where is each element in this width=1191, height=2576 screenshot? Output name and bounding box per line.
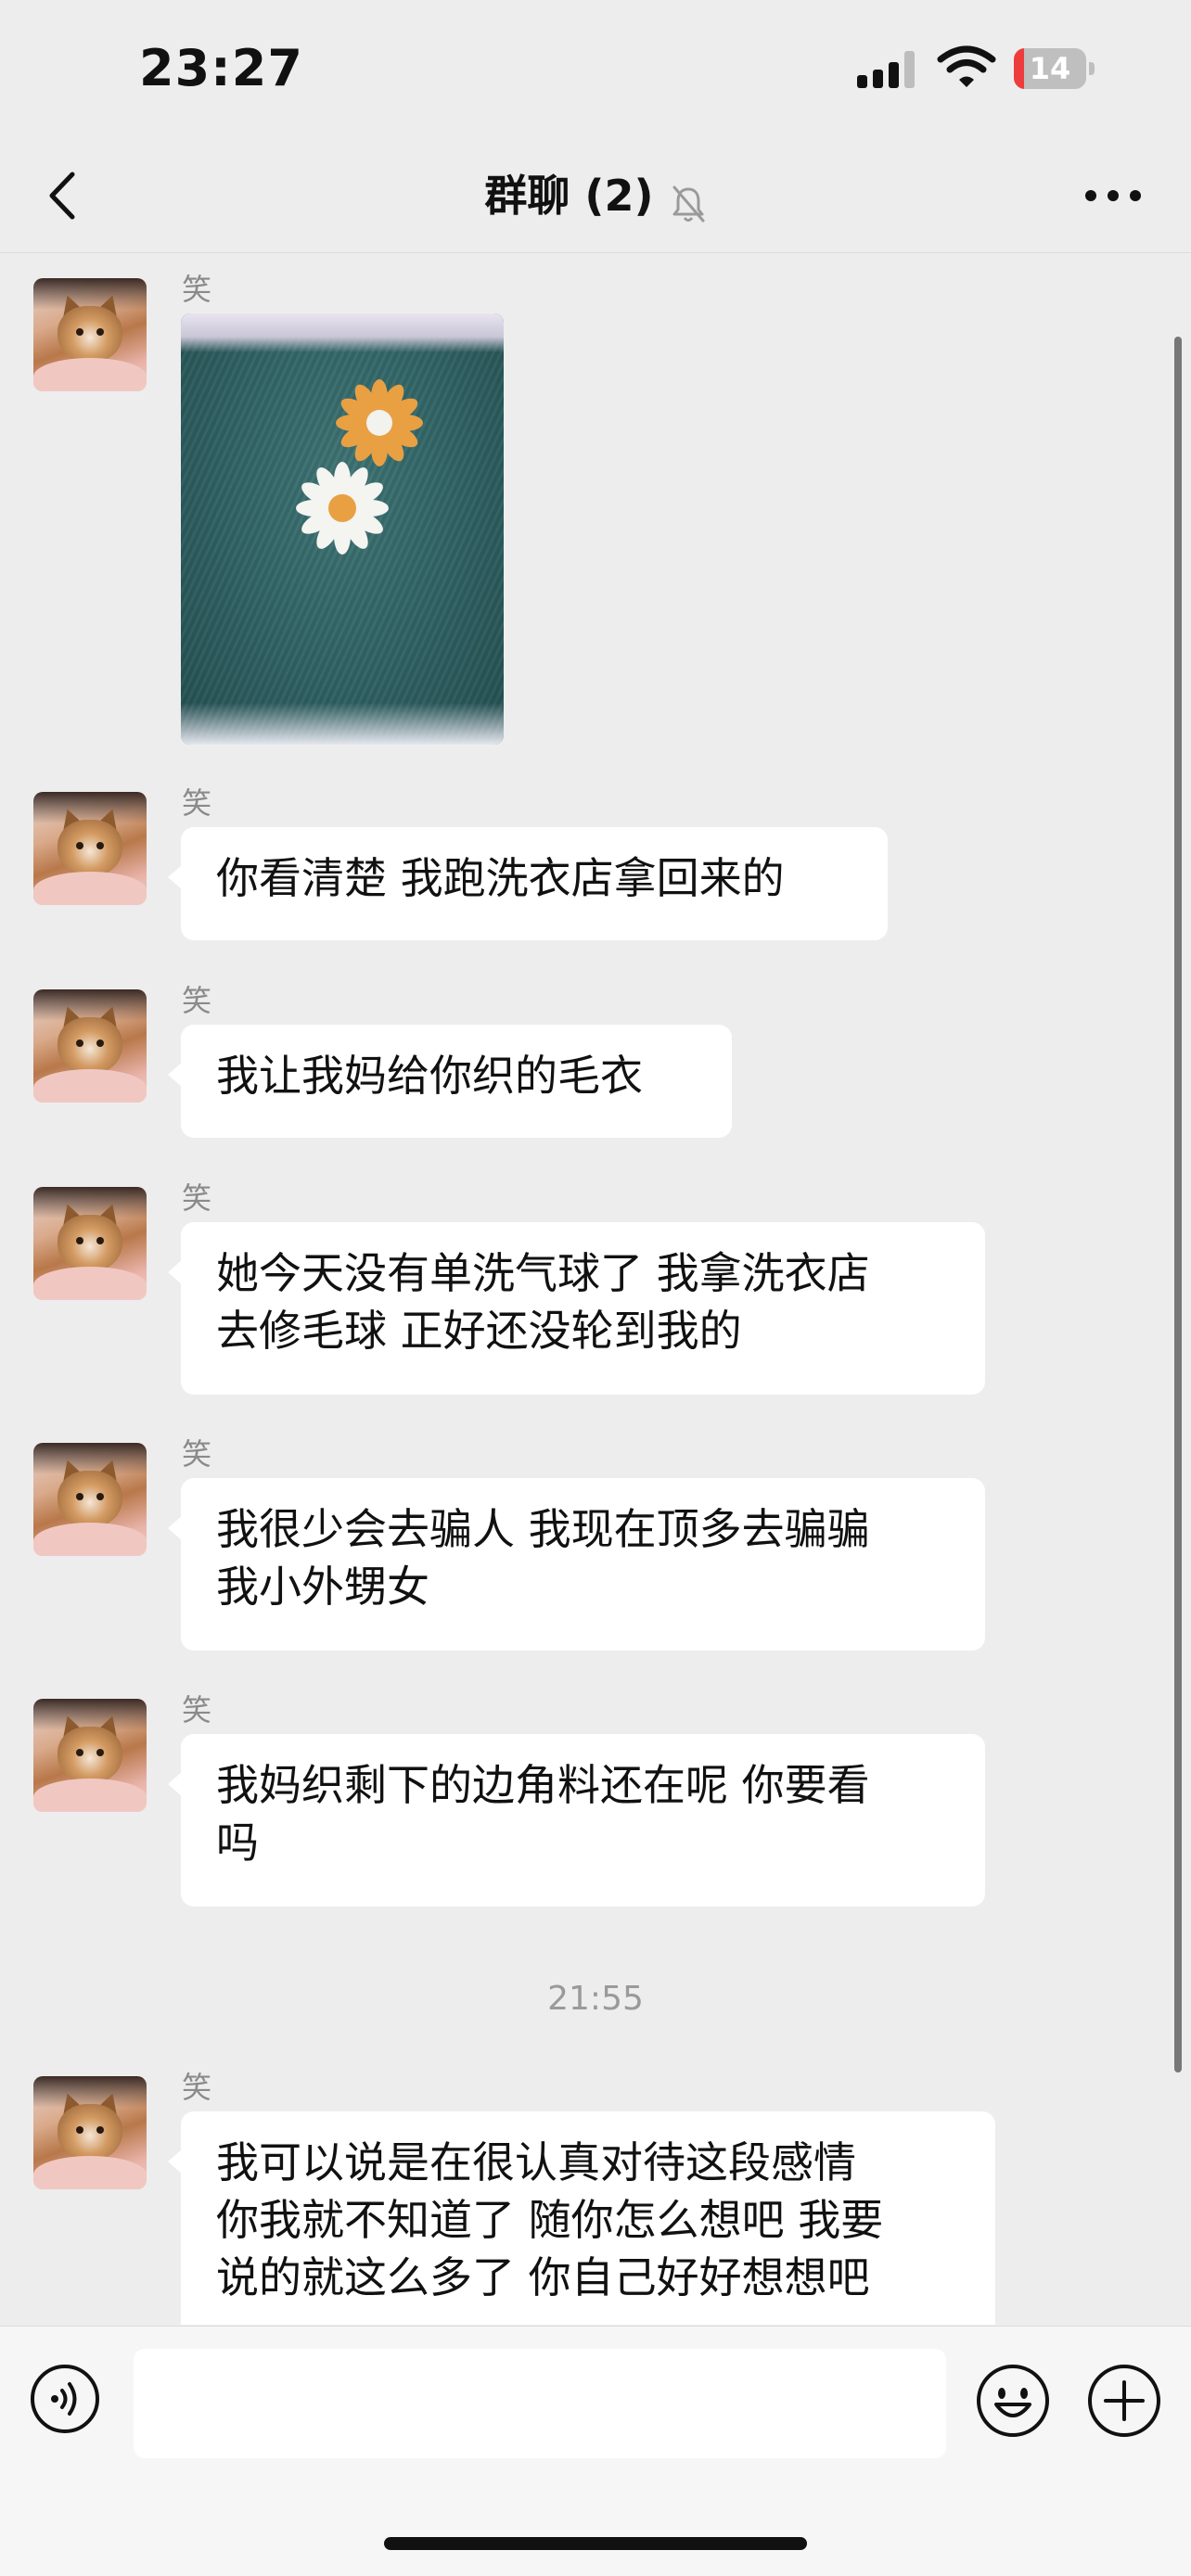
avatar[interactable]: [33, 989, 147, 1103]
sender-name: 笑: [182, 272, 212, 307]
bell-muted-icon: [672, 185, 705, 222]
message-bubble[interactable]: 我妈织剩下的边角料还在呢 你要看 吗: [168, 1734, 985, 1906]
message-input[interactable]: [134, 2349, 946, 2458]
sender-name: 笑: [182, 1180, 212, 1216]
voice-icon[interactable]: [30, 2364, 100, 2434]
avatar[interactable]: [33, 1187, 147, 1300]
photo-thumbnail[interactable]: [181, 313, 504, 745]
message-bubble[interactable]: 你看清楚 我跑洗衣店拿回来的: [168, 827, 888, 940]
chat-area[interactable]: 笑 笑 你看清楚 我跑洗衣店拿回来的 笑 我让我妈给你织的毛衣 笑 她今天没有单…: [0, 253, 1191, 2325]
message-bubble[interactable]: 我很少会去骗人 我现在顶多去骗骗 我小外甥女: [168, 1478, 985, 1651]
emoji-icon[interactable]: [976, 2364, 1050, 2438]
nav-bar: 群聊 (2): [0, 139, 1191, 253]
timestamp: 21:55: [547, 1980, 644, 2018]
status-bar: 23:27 14: [0, 0, 1191, 139]
chat-screen: 23:27 14 群聊 (2) 笑 笑 你看清楚 我跑洗衣店拿回来的 笑 我让我…: [0, 0, 1191, 2576]
message-bubble[interactable]: 我让我妈给你织的毛衣: [168, 1025, 732, 1138]
sender-name: 笑: [182, 1692, 212, 1728]
scrollbar[interactable]: [1174, 337, 1182, 2072]
message-bubble[interactable]: 我可以说是在很认真对待这段感情 你我就不知道了 随你怎么想吧 我要 说的就这么多…: [168, 2111, 995, 2325]
signal-icon: [857, 51, 922, 88]
nav-title-wrap: 群聊 (2): [0, 165, 1191, 226]
ellipsis-icon[interactable]: [1085, 185, 1141, 206]
status-time: 23:27: [139, 39, 303, 97]
flower-pattern-icon: [296, 379, 423, 555]
sender-name: 笑: [182, 785, 212, 821]
wifi-icon: [937, 45, 996, 87]
avatar[interactable]: [33, 1699, 147, 1812]
message-bubble[interactable]: 她今天没有单洗气球了 我拿洗衣店 去修毛球 正好还没轮到我的: [168, 1222, 985, 1395]
avatar[interactable]: [33, 2076, 147, 2189]
battery-level: 14: [1029, 51, 1071, 86]
sender-name: 笑: [182, 983, 212, 1018]
sender-name: 笑: [182, 2070, 212, 2105]
battery-icon: 14: [1014, 48, 1095, 89]
page-title: 群聊 (2): [484, 171, 654, 221]
home-indicator[interactable]: [384, 2537, 807, 2550]
avatar[interactable]: [33, 1443, 147, 1556]
plus-icon[interactable]: [1087, 2364, 1161, 2438]
avatar[interactable]: [33, 278, 147, 391]
sender-name: 笑: [182, 1436, 212, 1472]
avatar[interactable]: [33, 792, 147, 905]
